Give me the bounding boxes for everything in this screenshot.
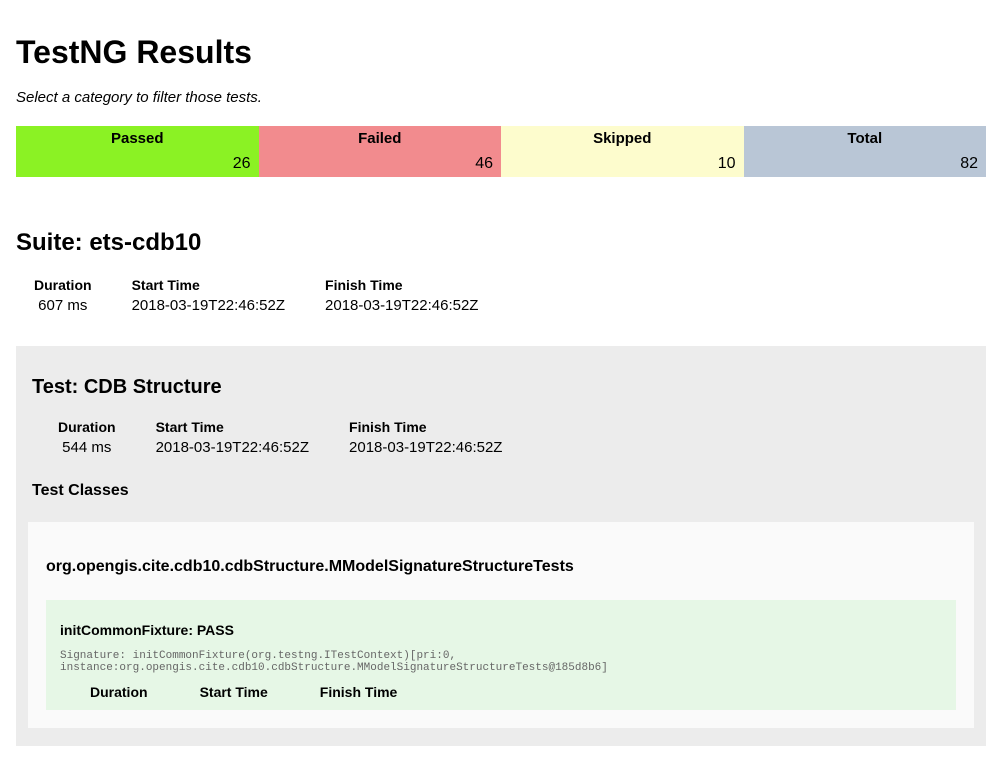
summary-value-failed: 46	[259, 151, 502, 177]
suite-meta-finish-label: Finish Time	[325, 277, 518, 297]
summary-header-failed[interactable]: Failed	[259, 126, 502, 151]
test-meta-finish: 2018-03-19T22:46:52Z	[349, 439, 542, 456]
summary-header-skipped[interactable]: Skipped	[501, 126, 744, 151]
suite-meta-duration-label: Duration	[34, 277, 132, 297]
suite-meta-start: 2018-03-19T22:46:52Z	[132, 297, 325, 314]
suite-meta-duration: 607 ms	[34, 297, 132, 314]
summary-value-passed: 26	[16, 151, 259, 177]
test-meta-finish-label: Finish Time	[349, 419, 542, 439]
suite-meta-start-label: Start Time	[132, 277, 325, 297]
summary-header-total[interactable]: Total	[744, 126, 987, 151]
test-meta-table: Duration Start Time Finish Time 544 ms 2…	[58, 419, 542, 456]
summary-value-skipped: 10	[501, 151, 744, 177]
test-meta-start-label: Start Time	[156, 419, 349, 439]
summary-table: Passed Failed Skipped Total 26 46 10 82	[16, 126, 986, 177]
test-classes-label: Test Classes	[32, 482, 974, 500]
test-meta-duration-label: Duration	[58, 419, 156, 439]
suite-heading: Suite: ets-cdb10	[16, 229, 986, 257]
summary-value-total: 82	[744, 151, 987, 177]
result-meta-table: Duration Start Time Finish Time	[78, 684, 437, 702]
test-meta-duration: 544 ms	[58, 439, 156, 456]
summary-header-passed[interactable]: Passed	[16, 126, 259, 151]
test-result-heading: initCommonFixture: PASS	[60, 622, 942, 638]
test-meta-start: 2018-03-19T22:46:52Z	[156, 439, 349, 456]
result-meta-start-label: Start Time	[188, 684, 308, 702]
test-result-panel: initCommonFixture: PASS Signature: initC…	[46, 600, 956, 710]
suite-meta-finish: 2018-03-19T22:46:52Z	[325, 297, 518, 314]
test-result-signature: Signature: initCommonFixture(org.testng.…	[60, 650, 942, 674]
test-panel: Test: CDB Structure Duration Start Time …	[16, 346, 986, 746]
test-class-heading: org.opengis.cite.cdb10.cdbStructure.MMod…	[46, 558, 956, 576]
suite-meta-table: Duration Start Time Finish Time 607 ms 2…	[34, 277, 518, 314]
page-title: TestNG Results	[16, 34, 986, 71]
result-meta-finish-label: Finish Time	[308, 684, 438, 702]
page-subtitle: Select a category to filter those tests.	[16, 89, 986, 106]
test-heading: Test: CDB Structure	[32, 376, 974, 399]
test-class-panel: org.opengis.cite.cdb10.cdbStructure.MMod…	[28, 522, 974, 728]
result-meta-duration-label: Duration	[78, 684, 188, 702]
